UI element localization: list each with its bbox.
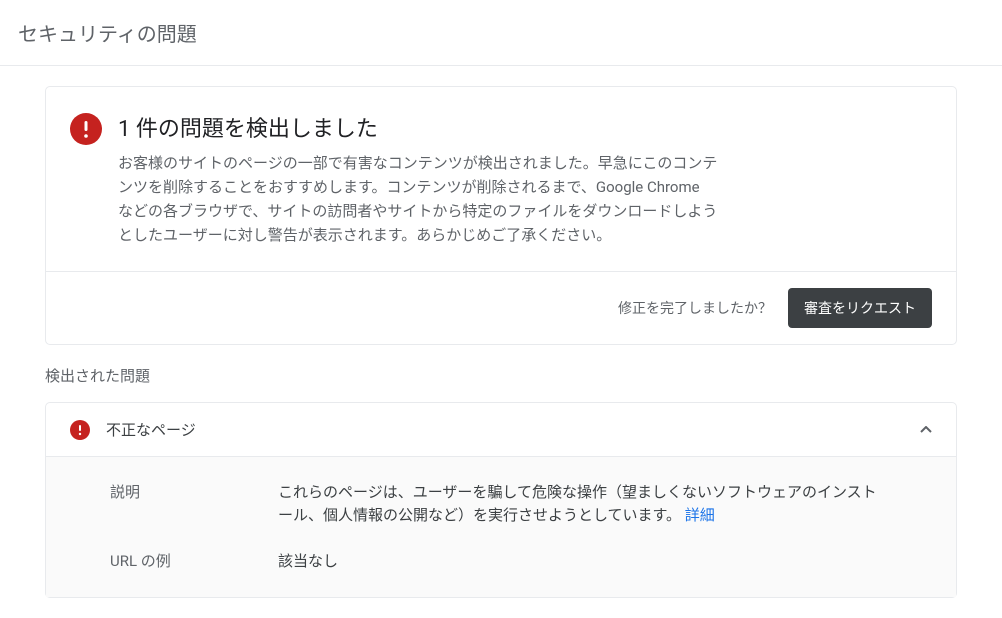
issue-detail: 説明 これらのページは、ユーザーを騙して危険な操作（望ましくないソフトウェアのイ… bbox=[46, 457, 956, 597]
alert-section: 1 件の問題を検出しました お客様のサイトのページの一部で有害なコンテンツが検出… bbox=[46, 87, 956, 271]
detail-row-urls: URL の例 該当なし bbox=[110, 550, 932, 573]
alert-card: 1 件の問題を検出しました お客様のサイトのページの一部で有害なコンテンツが検出… bbox=[45, 86, 957, 345]
alert-content: 1 件の問題を検出しました お客様のサイトのページの一部で有害なコンテンツが検出… bbox=[118, 111, 932, 247]
description-label: 説明 bbox=[110, 481, 278, 526]
url-label: URL の例 bbox=[110, 550, 278, 573]
detail-row-description: 説明 これらのページは、ユーザーを騙して危険な操作（望ましくないソフトウェアのイ… bbox=[110, 481, 932, 526]
description-value: これらのページは、ユーザーを騙して危険な操作（望ましくないソフトウェアのインスト… bbox=[278, 481, 878, 526]
detected-issues-heading: 検出された問題 bbox=[45, 365, 957, 386]
chevron-up-icon bbox=[920, 426, 932, 434]
issue-header-left: 不正なページ bbox=[70, 419, 196, 440]
issue-title: 不正なページ bbox=[106, 419, 196, 440]
page-header: セキュリティの問題 bbox=[0, 0, 1002, 66]
main-content: 1 件の問題を検出しました お客様のサイトのページの一部で有害なコンテンツが検出… bbox=[0, 66, 1002, 598]
error-icon bbox=[70, 113, 102, 145]
action-row: 修正を完了しましたか？ 審査をリクエスト bbox=[46, 271, 956, 344]
request-review-button[interactable]: 審査をリクエスト bbox=[788, 288, 932, 328]
url-value: 該当なし bbox=[278, 550, 878, 573]
page-title: セキュリティの問題 bbox=[18, 18, 984, 47]
action-prompt: 修正を完了しましたか？ bbox=[618, 298, 772, 318]
alert-title: 1 件の問題を検出しました bbox=[118, 111, 932, 143]
alert-description: お客様のサイトのページの一部で有害なコンテンツが検出されました。早急にこのコンテ… bbox=[118, 151, 718, 247]
issue-header[interactable]: 不正なページ bbox=[46, 403, 956, 457]
error-icon bbox=[70, 420, 90, 440]
details-link[interactable]: 詳細 bbox=[685, 506, 715, 524]
issue-card: 不正なページ 説明 これらのページは、ユーザーを騙して危険な操作（望ましくないソ… bbox=[45, 402, 957, 598]
description-text: これらのページは、ユーザーを騙して危険な操作（望ましくないソフトウェアのインスト… bbox=[278, 483, 877, 524]
